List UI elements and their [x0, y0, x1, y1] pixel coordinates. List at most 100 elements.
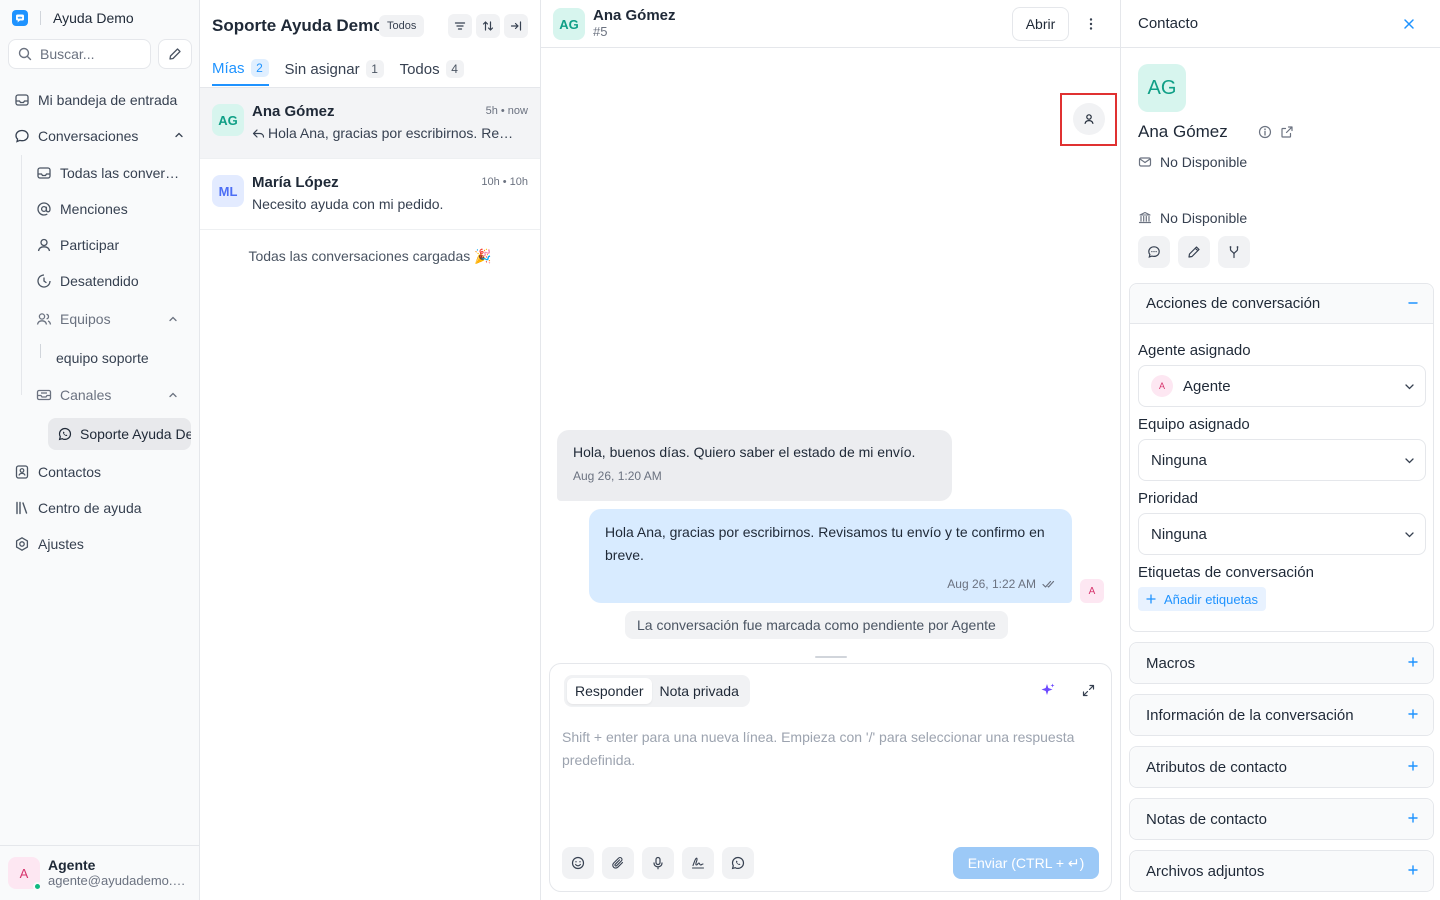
- record-audio-button[interactable]: [642, 847, 674, 879]
- user-name: Agente: [48, 857, 96, 873]
- resize-handle[interactable]: [815, 656, 847, 658]
- arrow-right-to-line-icon: [510, 20, 522, 32]
- filter-button[interactable]: [448, 14, 472, 38]
- contact-notes-section: Notas de contacto: [1129, 798, 1434, 840]
- nav-channel-support[interactable]: Soporte Ayuda Demo: [48, 418, 191, 450]
- signature-button[interactable]: [682, 847, 714, 879]
- brand-separator: [40, 11, 41, 25]
- conversation-contact-name: Ana Gómez: [252, 103, 335, 120]
- tab-unassigned-count: 1: [365, 60, 384, 78]
- nav-participating[interactable]: Participar: [30, 229, 192, 261]
- conversation-info-section: Información de la conversación: [1129, 694, 1434, 736]
- all-loaded-message: Todas las conversaciones cargadas 🎉: [248, 248, 492, 264]
- conversation-preview: Necesito ayuda con mi pedido.: [252, 196, 516, 212]
- assignee-tabs: Mías 2 Sin asignar 1 Todos 4: [212, 52, 480, 88]
- conversation-header: AG Ana Gómez #5 Abrir: [541, 0, 1120, 48]
- search-icon: [18, 47, 32, 61]
- conversation-actions-section: Acciones de conversación Agente asignado…: [1129, 283, 1434, 632]
- merge-contact-button[interactable]: [1218, 236, 1250, 268]
- conversation-contact-name[interactable]: Ana Gómez: [593, 7, 676, 24]
- plus-icon: [1407, 760, 1419, 772]
- collapse-list-button[interactable]: [504, 14, 528, 38]
- sort-button[interactable]: [476, 14, 500, 38]
- contact-attributes-toggle[interactable]: Atributos de contacto: [1130, 747, 1433, 787]
- macros-toggle[interactable]: Macros: [1130, 643, 1433, 683]
- plus-icon: [1407, 656, 1419, 668]
- inbox-title: Soporte Ayuda Demo: [212, 16, 384, 35]
- contact-panel-title: Contacto: [1138, 15, 1199, 32]
- section-title: Atributos de contacto: [1146, 758, 1287, 776]
- nav-inbox-label: Mi bandeja de entrada: [38, 92, 178, 108]
- compose-button[interactable]: [158, 39, 192, 69]
- send-button[interactable]: Enviar (CTRL + ↵): [953, 847, 1099, 879]
- message-circle-icon: [1147, 245, 1161, 259]
- assigned-team-select[interactable]: Ninguna: [1138, 439, 1426, 481]
- contact-notes-toggle[interactable]: Notas de contacto: [1130, 799, 1433, 839]
- outgoing-message: Hola Ana, gracias por escribirnos. Revis…: [589, 509, 1072, 603]
- smile-icon: [571, 856, 585, 870]
- expand-editor-button[interactable]: [1076, 678, 1100, 702]
- section-title: Macros: [1146, 654, 1196, 672]
- nav-teams[interactable]: Equipos: [30, 303, 192, 335]
- search-input[interactable]: [40, 46, 140, 62]
- tab-mine[interactable]: Mías 2: [212, 52, 269, 86]
- whatsapp-template-button[interactable]: [722, 847, 754, 879]
- nav-unattended[interactable]: Desatendido: [30, 265, 192, 297]
- nav-channels[interactable]: Canales: [30, 379, 192, 411]
- emoji-button[interactable]: [562, 847, 594, 879]
- nav-teams-label: Equipos: [60, 311, 111, 327]
- more-options-button[interactable]: [1079, 12, 1103, 36]
- nav-channels-label: Canales: [60, 387, 112, 403]
- nav-team-support[interactable]: equipo soporte: [56, 342, 149, 374]
- conversation-list-panel: Soporte Ayuda Demo Todos Mías 2 Sin asig…: [200, 0, 541, 900]
- nav-mentions-label: Menciones: [60, 201, 128, 217]
- private-note-tab[interactable]: Nota privada: [652, 678, 747, 704]
- attach-button[interactable]: [602, 847, 634, 879]
- contact-company-row[interactable]: No Disponible: [1138, 208, 1247, 228]
- tab-all[interactable]: Todos 4: [400, 52, 464, 86]
- section-title: Acciones de conversación: [1146, 295, 1321, 312]
- conversation-preview-text: Hola Ana, gracias por escribirnos. Revis…: [268, 125, 516, 141]
- tab-unassigned[interactable]: Sin asignar 1: [285, 52, 384, 86]
- nav-conversations[interactable]: Conversaciones: [8, 120, 192, 152]
- macros-section: Macros: [1129, 642, 1434, 684]
- ai-assist-button[interactable]: [1036, 678, 1060, 702]
- nav-all-label: Todas las conversaciones: [60, 165, 184, 181]
- reply-textarea[interactable]: [562, 726, 1092, 826]
- edit-contact-button[interactable]: [1178, 236, 1210, 268]
- conversation-actions-toggle[interactable]: Acciones de conversación: [1130, 284, 1433, 324]
- conversation-card[interactable]: ML María López 10h • 10h Necesito ayuda …: [200, 159, 540, 230]
- minus-icon: [1407, 297, 1419, 309]
- conversation-card[interactable]: AG Ana Gómez 5h • now Hola Ana, gracias …: [200, 88, 540, 159]
- nav-all-conversations[interactable]: Todas las conversaciones: [30, 157, 192, 189]
- chevron-down-icon: [1404, 529, 1415, 540]
- nav-help-center[interactable]: Centro de ayuda: [8, 492, 192, 524]
- plus-icon: [1407, 812, 1419, 824]
- gear-icon: [14, 536, 32, 552]
- nav-contacts[interactable]: Contactos: [8, 456, 192, 488]
- contact-email: No Disponible: [1160, 154, 1248, 170]
- status-filter-badge[interactable]: Todos: [379, 15, 425, 37]
- reply-tab[interactable]: Responder: [567, 678, 652, 704]
- user-menu[interactable]: A Agente agente@ayudademo.com: [0, 845, 199, 900]
- search-box[interactable]: [8, 39, 151, 69]
- team-guide-line: [40, 344, 41, 358]
- nav-mentions[interactable]: Menciones: [30, 193, 192, 225]
- add-labels-button[interactable]: Añadir etiquetas: [1138, 587, 1266, 611]
- contact-info-button[interactable]: [1257, 124, 1273, 140]
- new-message-button[interactable]: [1138, 236, 1170, 268]
- clock-icon: [36, 273, 54, 289]
- priority-select[interactable]: Ninguna: [1138, 513, 1426, 555]
- tab-unassigned-label: Sin asignar: [284, 60, 360, 78]
- contact-panel-toggle-button[interactable]: [1073, 103, 1105, 135]
- tab-mine-label: Mías: [212, 59, 245, 77]
- open-contact-link[interactable]: [1279, 124, 1295, 140]
- open-status-button[interactable]: Abrir: [1012, 7, 1069, 41]
- nav-settings[interactable]: Ajustes: [8, 528, 192, 560]
- conversation-info-toggle[interactable]: Información de la conversación: [1130, 695, 1433, 735]
- contact-email-row[interactable]: No Disponible: [1138, 152, 1247, 172]
- assigned-agent-select[interactable]: A Agente: [1138, 365, 1426, 407]
- nav-inbox[interactable]: Mi bandeja de entrada: [8, 84, 192, 116]
- close-button[interactable]: [1399, 14, 1419, 34]
- attachments-toggle[interactable]: Archivos adjuntos: [1130, 851, 1433, 891]
